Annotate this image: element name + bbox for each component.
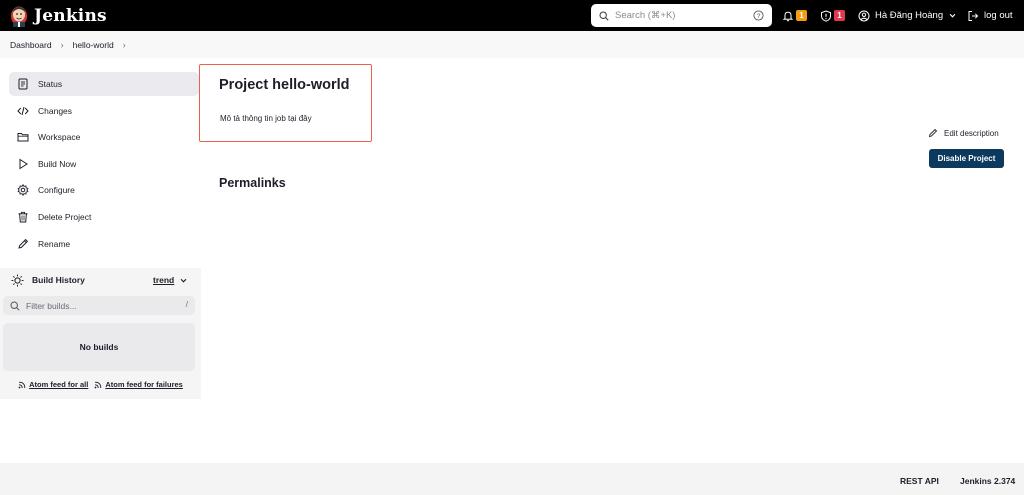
sidebar-item-build-now[interactable]: Build Now bbox=[9, 152, 199, 176]
highlight-box bbox=[199, 64, 372, 142]
rss-icon bbox=[18, 381, 26, 388]
rss-icon bbox=[94, 381, 102, 388]
filter-placeholder: Filter builds... bbox=[26, 300, 77, 311]
version-link[interactable]: Jenkins 2.374 bbox=[960, 476, 1015, 486]
notifications-button[interactable]: 1 bbox=[782, 0, 807, 31]
search-icon bbox=[10, 300, 20, 311]
search-icon bbox=[599, 10, 609, 21]
top-header: Jenkins Search (⌘+K) ? 1 1 Hà Đăng Hoàng… bbox=[0, 0, 1024, 31]
user-icon bbox=[858, 10, 870, 21]
chevron-right-icon[interactable]: › bbox=[123, 40, 126, 50]
atom-feeds: Atom feed for all Atom feed for failures bbox=[0, 380, 201, 389]
sidebar-item-label: Configure bbox=[38, 185, 75, 195]
sidebar-item-delete-project[interactable]: Delete Project bbox=[9, 205, 199, 229]
pencil-icon bbox=[18, 238, 29, 249]
security-badge: 1 bbox=[834, 10, 845, 21]
atom-feed-all-link[interactable]: Atom feed for all bbox=[29, 380, 88, 389]
user-name: Hà Đăng Hoàng bbox=[875, 10, 944, 21]
build-history-header: Build History trend bbox=[0, 268, 201, 292]
code-icon bbox=[17, 106, 29, 116]
sidebar-item-label: Delete Project bbox=[38, 212, 92, 222]
edit-description-label: Edit description bbox=[944, 128, 999, 138]
no-builds-message: No builds bbox=[3, 323, 195, 371]
sidebar-item-workspace[interactable]: Workspace bbox=[9, 125, 199, 149]
sidebar-item-label: Status bbox=[38, 79, 63, 89]
filter-builds-input[interactable]: Filter builds... / bbox=[3, 296, 195, 315]
breadcrumb-item-dashboard[interactable]: Dashboard bbox=[10, 40, 52, 50]
bell-icon bbox=[782, 11, 794, 21]
disable-project-button[interactable]: Disable Project bbox=[929, 149, 1004, 168]
sidebar-item-label: Rename bbox=[38, 239, 71, 249]
chevron-down-icon[interactable] bbox=[179, 276, 188, 285]
jenkins-logo-icon bbox=[11, 6, 27, 27]
filter-shortcut: / bbox=[185, 300, 188, 309]
brand-name: Jenkins bbox=[34, 5, 107, 26]
search-input[interactable]: Search (⌘+K) bbox=[615, 10, 753, 21]
search-box[interactable]: Search (⌘+K) ? bbox=[591, 4, 772, 27]
trend-link[interactable]: trend bbox=[153, 275, 174, 285]
gear-icon bbox=[17, 184, 29, 196]
document-icon bbox=[18, 78, 28, 90]
security-button[interactable]: 1 bbox=[820, 0, 845, 31]
help-icon[interactable]: ? bbox=[753, 10, 764, 21]
chevron-down-icon bbox=[949, 13, 956, 18]
brand-link[interactable]: Jenkins bbox=[9, 0, 107, 31]
user-menu[interactable]: Hà Đăng Hoàng bbox=[858, 0, 957, 31]
rest-api-link[interactable]: REST API bbox=[900, 476, 939, 486]
sidebar-item-label: Workspace bbox=[38, 132, 81, 142]
sidebar-item-status[interactable]: Status bbox=[9, 72, 199, 96]
chevron-right-icon: › bbox=[60, 39, 64, 50]
sidebar-item-configure[interactable]: Configure bbox=[9, 178, 199, 202]
trash-icon bbox=[18, 211, 28, 223]
breadcrumb: Dashboard › hello-world › bbox=[0, 31, 1024, 58]
edit-description-link[interactable]: Edit description bbox=[928, 128, 999, 138]
folder-icon bbox=[17, 133, 29, 142]
svg-text:?: ? bbox=[757, 13, 761, 20]
breadcrumb-item-hello-world[interactable]: hello-world bbox=[73, 40, 114, 50]
sun-icon bbox=[11, 274, 24, 286]
build-history-panel: Filter builds... / No builds Atom feed f… bbox=[0, 292, 201, 399]
logout-label: log out bbox=[984, 10, 1013, 21]
build-history-title: Build History bbox=[32, 275, 85, 285]
permalinks-heading: Permalinks bbox=[219, 176, 286, 190]
sidebar-item-label: Build Now bbox=[38, 159, 77, 169]
logout-icon bbox=[968, 10, 979, 21]
sidebar-item-rename[interactable]: Rename bbox=[9, 232, 199, 256]
notifications-badge: 1 bbox=[796, 10, 807, 21]
project-description: Mô tả thông tin job tại đây bbox=[220, 114, 312, 123]
pencil-icon bbox=[928, 128, 938, 138]
sidebar-item-changes[interactable]: Changes bbox=[9, 99, 199, 123]
sidebar-item-label: Changes bbox=[38, 106, 73, 116]
footer: REST API Jenkins 2.374 bbox=[0, 463, 1024, 495]
shield-icon bbox=[821, 9, 831, 22]
atom-feed-failures-link[interactable]: Atom feed for failures bbox=[105, 380, 183, 389]
play-icon bbox=[19, 158, 28, 170]
page-title: Project hello-world bbox=[219, 77, 350, 93]
logout-link[interactable]: log out bbox=[967, 0, 1013, 31]
